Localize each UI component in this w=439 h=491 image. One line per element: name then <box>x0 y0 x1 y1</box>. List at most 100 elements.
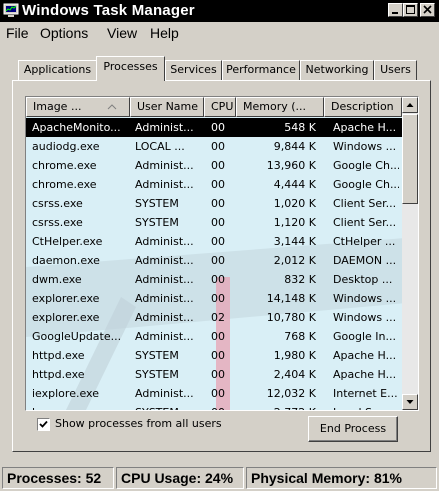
row-image-name: audiodg.exe <box>32 140 100 153</box>
row-image-name: CtHelper.exe <box>32 235 103 248</box>
row-image-name: iexplore.exe <box>32 387 99 400</box>
row-user-name: Administ... <box>135 387 194 400</box>
tab-networking[interactable]: Networking <box>300 60 374 80</box>
close-icon <box>423 5 432 14</box>
row-user-name: Administ... <box>135 311 194 324</box>
row-memory: 1,980 K <box>273 349 316 362</box>
row-image-name: chrome.exe <box>32 159 97 172</box>
checkmark-icon <box>39 420 48 428</box>
row-user-name: SYSTEM <box>135 216 179 229</box>
row-memory: 9,844 K <box>273 140 316 153</box>
row-description: DAEMON ... <box>333 254 397 267</box>
status-bar: Processes: 52 CPU Usage: 24% Physical Me… <box>0 463 439 491</box>
menu-options[interactable]: Options <box>40 25 88 41</box>
row-image-name: dwm.exe <box>32 273 82 286</box>
row-image-name: httpd.exe <box>32 368 85 381</box>
maximize-icon <box>406 5 415 14</box>
row-memory: 13,960 K <box>266 159 316 172</box>
row-user-name: Administ... <box>135 254 194 267</box>
process-row[interactable]: explorer.exe Administ... 02 10,780 K Windows… <box>26 308 402 327</box>
row-image-name: chrome.exe <box>32 178 97 191</box>
process-row[interactable]: lsass.exe SYSTEM 00 2,772 K Local Secu... <box>26 403 402 410</box>
vertical-scrollbar[interactable] <box>402 97 418 410</box>
row-cpu: 00 <box>211 403 233 410</box>
process-row[interactable]: chrome.exe Administ... 00 13,960 K Google Ch… <box>26 156 402 175</box>
column-header-cpu[interactable]: CPU <box>204 97 236 117</box>
show-all-users-label: Show processes from all users <box>55 417 222 430</box>
row-image-name: GoogleUpdate... <box>32 330 122 343</box>
sort-arrow-icon <box>107 104 117 110</box>
scroll-down-button[interactable] <box>402 394 418 410</box>
process-row[interactable]: iexplore.exe Administ... 00 12,032 K Interne… <box>26 384 402 403</box>
row-cpu: 00 <box>211 273 225 286</box>
row-image-name: csrss.exe <box>32 197 83 210</box>
row-description: Client Ser... <box>333 197 397 210</box>
row-cpu: 00 <box>211 387 225 400</box>
row-cpu: 00 <box>211 292 225 305</box>
minimize-button[interactable] <box>388 3 403 17</box>
tab-users[interactable]: Users <box>374 60 417 80</box>
process-list[interactable]: Image ... User Name CPU Memory (... Desc… <box>25 96 419 411</box>
row-memory: 1,020 K <box>273 197 316 210</box>
process-row[interactable]: chrome.exe Administ... 00 4,444 K Google Ch.… <box>26 175 402 194</box>
process-row[interactable]: csrss.exe SYSTEM 00 1,020 K Client Ser... <box>26 194 402 213</box>
process-row[interactable]: httpd.exe SYSTEM 00 2,404 K Apache H... <box>26 365 402 384</box>
close-button[interactable] <box>420 3 435 17</box>
row-description: CtHelper ... <box>333 235 396 248</box>
row-description: Apache H... <box>333 349 397 362</box>
row-image-name: daemon.exe <box>32 254 100 267</box>
row-cpu: 00 <box>211 159 225 172</box>
tab-applications[interactable]: Applications <box>18 60 97 80</box>
maximize-button[interactable] <box>403 3 418 17</box>
column-header-user[interactable]: User Name <box>130 97 204 117</box>
row-description: Google Ch... <box>333 159 399 172</box>
task-manager-icon <box>3 3 19 17</box>
row-description: Apache H... <box>333 368 397 381</box>
row-description: Client Ser... <box>333 216 397 229</box>
scroll-up-icon <box>406 103 414 107</box>
process-row[interactable]: daemon.exe Administ... 00 2,012 K DAEMON ... <box>26 251 402 270</box>
row-memory: 832 K <box>284 273 316 286</box>
row-image-name: csrss.exe <box>32 216 83 229</box>
process-row[interactable]: explorer.exe Administ... 00 14,148 K Windows… <box>26 289 402 308</box>
menu-file[interactable]: File <box>6 25 29 41</box>
row-cpu: 00 <box>211 330 225 343</box>
process-row[interactable]: httpd.exe SYSTEM 00 1,980 K Apache H... <box>26 346 402 365</box>
tab-services[interactable]: Services <box>165 60 222 80</box>
row-memory: 1,120 K <box>273 216 316 229</box>
tab-performance[interactable]: Performance <box>222 60 300 80</box>
title-bar[interactable]: Windows Task Manager <box>0 0 439 22</box>
process-row[interactable]: CtHelper.exe Administ... 00 3,144 K CtHelper… <box>26 232 402 251</box>
process-row[interactable]: csrss.exe SYSTEM 00 1,120 K Client Ser... <box>26 213 402 232</box>
scroll-thumb[interactable] <box>402 114 418 204</box>
row-user-name: LOCAL ... <box>135 140 185 153</box>
column-header-image[interactable]: Image ... <box>26 97 130 117</box>
status-cpu-usage: CPU Usage: 24% <box>116 467 244 489</box>
process-row[interactable]: GoogleUpdate... Administ... 00 768 K Google … <box>26 327 402 346</box>
column-header-description[interactable]: Description <box>324 97 402 117</box>
row-memory: 12,032 K <box>266 387 316 400</box>
row-description: Google Ch... <box>333 178 399 191</box>
process-row[interactable]: ApacheMonito... Administ... 00 548 K Apache … <box>26 118 402 137</box>
menu-view[interactable]: View <box>107 25 137 41</box>
row-memory: 2,772 K <box>242 403 316 410</box>
row-user-name: SYSTEM <box>135 349 179 362</box>
row-memory: 3,144 K <box>273 235 316 248</box>
menu-bar: File Options View Help <box>0 22 439 42</box>
scroll-down-icon <box>406 400 414 404</box>
row-user-name: Administ... <box>135 159 194 172</box>
row-image-name: explorer.exe <box>32 292 100 305</box>
process-row[interactable]: dwm.exe Administ... 00 832 K Desktop ... <box>26 270 402 289</box>
end-process-button[interactable]: End Process <box>308 416 398 442</box>
row-cpu: 00 <box>211 368 225 381</box>
row-description: Local Secu... <box>333 403 399 410</box>
scroll-up-button[interactable] <box>402 97 418 113</box>
status-physical-memory: Physical Memory: 81% <box>246 467 437 489</box>
process-row[interactable]: audiodg.exe LOCAL ... 00 9,844 K Windows ... <box>26 137 402 156</box>
menu-help[interactable]: Help <box>150 25 179 41</box>
row-user-name: SYSTEM <box>135 197 179 210</box>
minimize-icon <box>392 12 398 14</box>
tab-processes[interactable]: Processes <box>96 56 165 81</box>
show-all-users-checkbox[interactable] <box>37 418 50 431</box>
column-header-memory[interactable]: Memory (... <box>236 97 324 117</box>
